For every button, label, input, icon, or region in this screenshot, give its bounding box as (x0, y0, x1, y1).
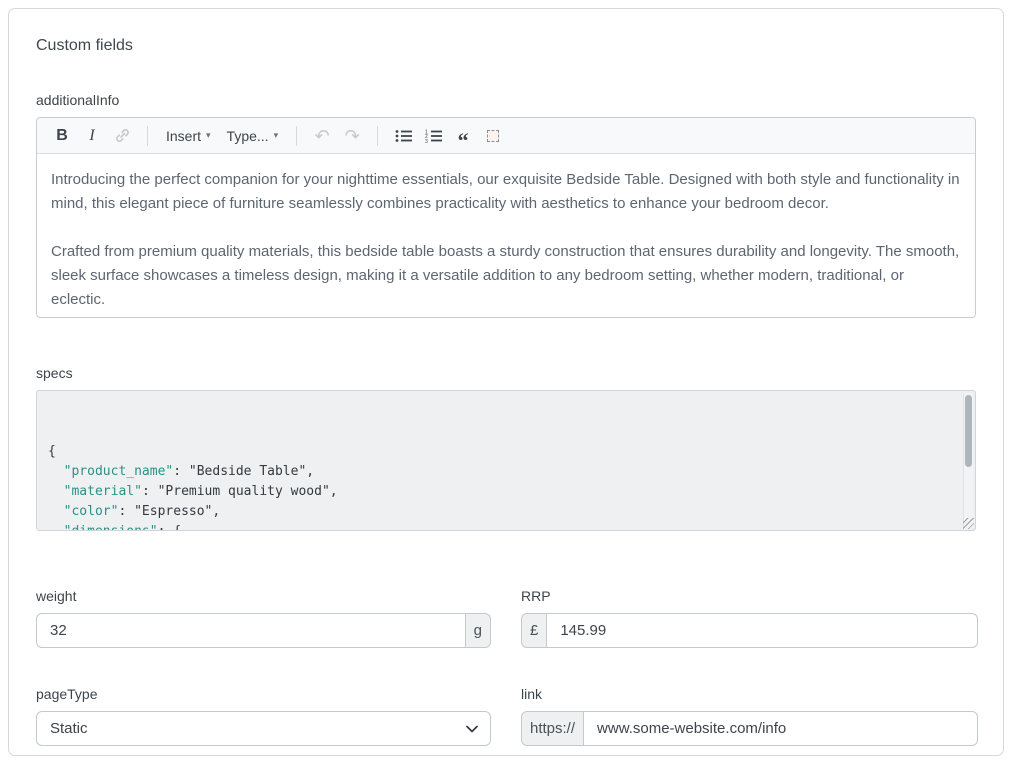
specs-label: specs (36, 365, 976, 381)
rrp-label: RRP (521, 588, 978, 604)
toolbar-separator (377, 126, 378, 146)
link-input[interactable] (584, 711, 978, 746)
blockquote-icon[interactable]: “ (450, 123, 476, 149)
editor-paragraph: Introducing the perfect companion for yo… (51, 168, 961, 216)
custom-fields-panel: Custom fields additionalInfo B I Insert … (8, 8, 1004, 756)
rte-content[interactable]: Introducing the perfect companion for yo… (37, 154, 975, 318)
additional-info-label: additionalInfo (36, 92, 976, 108)
link-field-group: link https:// (521, 686, 978, 746)
link-label: link (521, 686, 978, 702)
link-icon[interactable] (109, 123, 135, 149)
rrp-field-group: RRP £ (521, 588, 978, 648)
insert-dropdown-label: Insert (166, 128, 201, 144)
panel-title: Custom fields (36, 37, 976, 55)
specs-scrollbar-thumb[interactable] (965, 395, 972, 467)
toolbar-separator (296, 126, 297, 146)
dashed-square-icon (487, 130, 499, 142)
weight-field-group: weight g (36, 588, 491, 648)
chevron-down-icon: ▾ (274, 130, 279, 141)
italic-button[interactable]: I (79, 123, 105, 149)
specs-scrollbar[interactable] (963, 393, 973, 528)
rrp-input[interactable] (547, 613, 978, 648)
bold-button[interactable]: B (49, 123, 75, 149)
undo-icon[interactable]: ↶ (309, 123, 335, 149)
currency-addon: £ (521, 613, 547, 648)
page-type-field-group: pageType Static (36, 686, 491, 746)
resize-handle-icon[interactable] (963, 518, 974, 529)
page-type-label: pageType (36, 686, 491, 702)
embed-block-icon[interactable] (480, 123, 506, 149)
redo-icon[interactable]: ↷ (339, 123, 365, 149)
bullet-list-icon[interactable] (390, 123, 416, 149)
insert-dropdown[interactable]: Insert ▾ (160, 123, 217, 149)
weight-input[interactable] (36, 613, 465, 648)
toolbar-separator (147, 126, 148, 146)
specs-code-editor[interactable]: { "product_name": "Bedside Table", "mate… (36, 390, 976, 531)
specs-code-lines: { "product_name": "Bedside Table", "mate… (48, 442, 951, 531)
page-type-select[interactable]: Static (36, 711, 491, 746)
rich-text-editor: B I Insert ▾ Type... ▾ ↶ ↷ (36, 117, 976, 318)
chevron-down-icon: ▾ (206, 130, 211, 141)
type-dropdown[interactable]: Type... ▾ (221, 123, 285, 149)
svg-text:3: 3 (425, 138, 428, 142)
numbered-list-icon[interactable]: 1 2 3 (420, 123, 446, 149)
rte-toolbar: B I Insert ▾ Type... ▾ ↶ ↷ (37, 118, 975, 154)
type-dropdown-label: Type... (227, 128, 269, 144)
weight-label: weight (36, 588, 491, 604)
editor-paragraph: Crafted from premium quality materials, … (51, 240, 961, 312)
protocol-addon: https:// (521, 711, 584, 746)
weight-unit-addon: g (465, 613, 491, 648)
